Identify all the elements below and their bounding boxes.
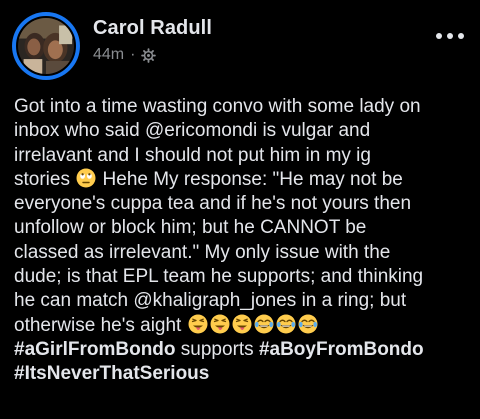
avatar-photo <box>18 18 74 74</box>
post-text-line: classed as irrelevant." My only issue wi… <box>14 241 391 263</box>
post-text-line: #aGirlFromBondo supports #aBoyFromBondo <box>14 338 470 362</box>
post-body: Got into a time wasting convo with some … <box>14 95 470 387</box>
face-with-tears-of-joy-emoji <box>276 314 296 334</box>
face-with-tears-of-joy-emoji <box>254 314 274 334</box>
more-dot-icon <box>458 33 464 39</box>
post-text-line: #ItsNeverThatSerious <box>14 362 470 386</box>
post-text-line: irrelavant and I should not put him in m… <box>14 144 371 166</box>
face-with-tears-of-joy-emoji <box>298 314 318 334</box>
facebook-post: Carol Radull 44m · Got into a time wasti… <box>0 0 480 419</box>
more-dot-icon <box>447 33 453 39</box>
post-meta: 44m · <box>93 46 157 64</box>
author-name[interactable]: Carol Radull <box>93 17 212 40</box>
gear-icon[interactable] <box>141 47 157 63</box>
avatar[interactable] <box>16 16 76 76</box>
post-timestamp[interactable]: 44m <box>93 46 124 64</box>
story-ring[interactable] <box>12 12 80 80</box>
post-text-fragment: supports <box>180 338 254 360</box>
more-dot-icon <box>436 33 442 39</box>
hashtag-link[interactable]: #aGirlFromBondo <box>14 339 176 360</box>
post-text-fragment: stories <box>14 168 70 190</box>
post-text-line: stories Hehe My response: "He may not be <box>14 168 470 192</box>
hashtag-link[interactable]: #aBoyFromBondo <box>259 339 424 360</box>
more-options-button[interactable] <box>436 28 464 44</box>
post-text-line: Got into a time wasting convo with some … <box>14 96 421 117</box>
post-header: Carol Radull 44m · <box>0 0 480 90</box>
post-text-line: everyone's cuppa tea and if he's not you… <box>14 193 412 215</box>
post-text-line: dude; is that EPL team he supports; and … <box>14 266 424 288</box>
meta-separator: · <box>130 46 136 63</box>
post-text-line: he can match @khaligraph_jones in a ring… <box>14 290 407 312</box>
post-text-fragment: otherwise he's aight <box>14 314 182 336</box>
post-text-line: inbox who said @ericomondi is vulgar and <box>14 120 371 142</box>
post-text-line: otherwise he's aight <box>14 314 470 338</box>
post-text-line: unfollow or block him; but he CANNOT be <box>14 217 367 239</box>
winking-face-with-tongue-emoji <box>210 314 230 334</box>
hashtag-link[interactable]: #ItsNeverThatSerious <box>14 363 209 384</box>
winking-face-with-tongue-emoji <box>188 314 208 334</box>
winking-face-with-tongue-emoji <box>232 314 252 334</box>
face-with-rolling-eyes-emoji <box>76 168 96 188</box>
post-text-fragment: Hehe My response: "He may not be <box>102 168 403 190</box>
